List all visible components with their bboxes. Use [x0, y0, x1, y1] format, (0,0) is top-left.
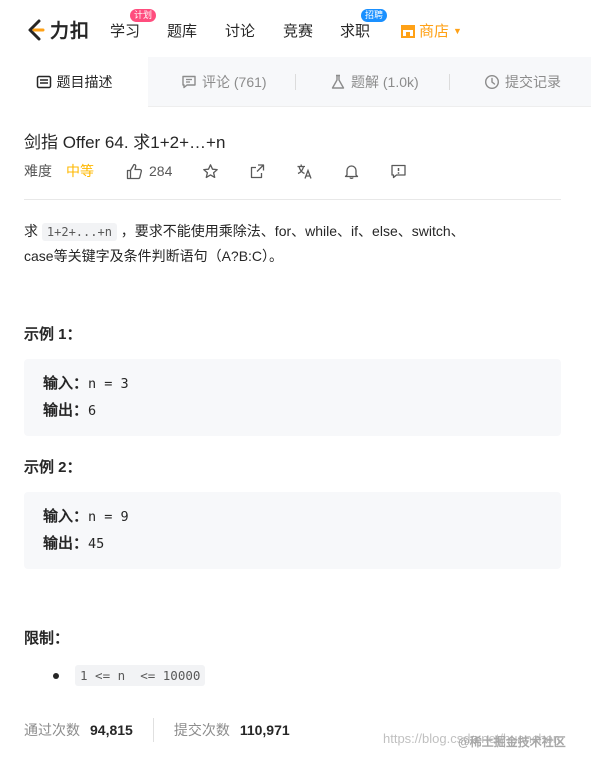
nav-jobs-label: 求职 — [340, 23, 371, 40]
like-button[interactable]: 284 — [126, 163, 172, 180]
feedback-button[interactable] — [390, 163, 407, 180]
example-2-input-line: 输入：n = 9 — [43, 505, 129, 526]
input-label: 输入： — [43, 508, 89, 525]
desc-inline-code: 1+2+...+n — [41, 223, 117, 241]
bell-icon — [345, 164, 359, 179]
desc-line2: case等关键字及条件判断语句（A?B:C）。 — [24, 248, 284, 264]
feedback-icon — [391, 164, 407, 178]
difficulty-badge: 中等 — [66, 163, 94, 179]
tab-submissions[interactable]: 提交记录 — [484, 57, 561, 106]
problem-tabs: 题目描述 评论 (761) 题解 (1.0k) 提交记录 — [0, 57, 591, 107]
example-2-title: 示例 2： — [24, 459, 82, 476]
tab-description[interactable]: 题目描述 — [0, 57, 148, 107]
limit-list-item: 1 <= n <= 10000 — [53, 665, 206, 686]
nav-study-label: 学习 — [110, 23, 141, 40]
example-1-input-line: 输入：n = 3 — [43, 372, 129, 393]
problem-description: 求 1+2+...+n ，要求不能使用乘除法、for、while、if、else… — [24, 219, 569, 268]
subscribe-button[interactable] — [343, 163, 360, 180]
share-button[interactable] — [249, 163, 266, 180]
output-label: 输出： — [43, 402, 89, 419]
logo-text: 力扣 — [50, 21, 91, 42]
bullet — [53, 672, 59, 679]
leetcode-logo-icon — [28, 19, 45, 40]
tab-comments-label: 评论 (761) — [202, 73, 267, 90]
translate-icon — [297, 164, 312, 179]
history-icon — [484, 74, 500, 89]
example-2-input: n = 9 — [88, 509, 129, 525]
tab-submissions-label: 提交记录 — [505, 73, 561, 90]
watermark-overlay: @稀土掘金技术社区 — [458, 735, 566, 749]
problem-title: 剑指 Offer 64. 求1+2+…+n — [24, 133, 226, 152]
description-icon — [36, 75, 51, 89]
example-1-block: 输入：n = 3 输出：6 — [24, 359, 561, 436]
example-2-output-line: 输出：45 — [43, 532, 104, 553]
example-1-output: 6 — [88, 403, 97, 419]
example-1-output-line: 输出：6 — [43, 399, 96, 420]
tab-solutions[interactable]: 题解 (1.0k) — [330, 57, 419, 106]
tab-divider — [449, 74, 450, 90]
leetcode-logo[interactable]: 力扣 — [24, 16, 90, 43]
example-1-input: n = 3 — [88, 376, 129, 392]
passed-count: 94,815 — [90, 722, 133, 738]
star-icon — [203, 163, 219, 178]
submission-stats: 通过次数 94,815 提交次数 110,971 — [24, 718, 290, 742]
flask-icon — [331, 74, 345, 89]
input-label: 输入： — [43, 375, 89, 392]
nav-discuss-label: 讨论 — [225, 23, 256, 40]
store-icon — [401, 24, 415, 38]
nav-contest-label: 竞赛 — [283, 23, 314, 40]
tab-divider — [295, 74, 296, 90]
example-1-title: 示例 1： — [24, 326, 82, 343]
share-icon — [251, 163, 265, 178]
chevron-down-icon: ▼ — [453, 25, 462, 36]
example-2-block: 输入：n = 9 输出：45 — [24, 492, 561, 569]
limit-code: 1 <= n <= 10000 — [75, 665, 206, 686]
tab-solutions-label: 题解 (1.0k) — [351, 73, 419, 90]
nav-contest[interactable]: 竞赛 — [283, 20, 313, 41]
passed-label: 通过次数 — [24, 722, 80, 738]
example-2-output: 45 — [88, 536, 105, 552]
nav-problemset[interactable]: 题库 — [167, 20, 197, 41]
output-label: 输出： — [43, 535, 89, 552]
nav-store-label: 商店 — [419, 23, 450, 40]
thumbs-up-icon — [126, 163, 143, 179]
like-count: 284 — [149, 163, 173, 179]
nav-jobs-badge: 招聘 — [361, 9, 388, 22]
desc-prefix: 求 — [24, 223, 42, 239]
nav-problemset-label: 题库 — [167, 23, 198, 40]
nav-study[interactable]: 学习 计划 — [110, 9, 157, 41]
stats-divider — [152, 718, 154, 742]
limit-title: 限制： — [24, 630, 70, 647]
top-navbar: 力扣 学习 计划 题库 讨论 竞赛 求职 招聘 商店 ▼ — [0, 0, 591, 58]
nav-jobs[interactable]: 求职 招聘 — [340, 9, 388, 41]
submitted-label: 提交次数 — [173, 722, 230, 738]
desc-line1-rest: ，要求不能使用乘除法、for、while、if、else、switch、 — [116, 223, 465, 239]
comment-icon — [182, 75, 196, 88]
tab-comments[interactable]: 评论 (761) — [181, 57, 267, 106]
favorite-button[interactable] — [202, 163, 219, 180]
tab-description-label: 题目描述 — [56, 74, 113, 90]
nav-discuss[interactable]: 讨论 — [225, 20, 255, 41]
content-divider — [24, 199, 561, 200]
nav-study-badge: 计划 — [130, 9, 157, 22]
submitted-count: 110,971 — [239, 722, 290, 738]
problem-meta: 难度 中等 284 — [24, 161, 407, 181]
translate-button[interactable] — [296, 163, 313, 180]
nav-store[interactable]: 商店 ▼ — [400, 20, 462, 41]
difficulty-label: 难度 — [24, 163, 52, 179]
